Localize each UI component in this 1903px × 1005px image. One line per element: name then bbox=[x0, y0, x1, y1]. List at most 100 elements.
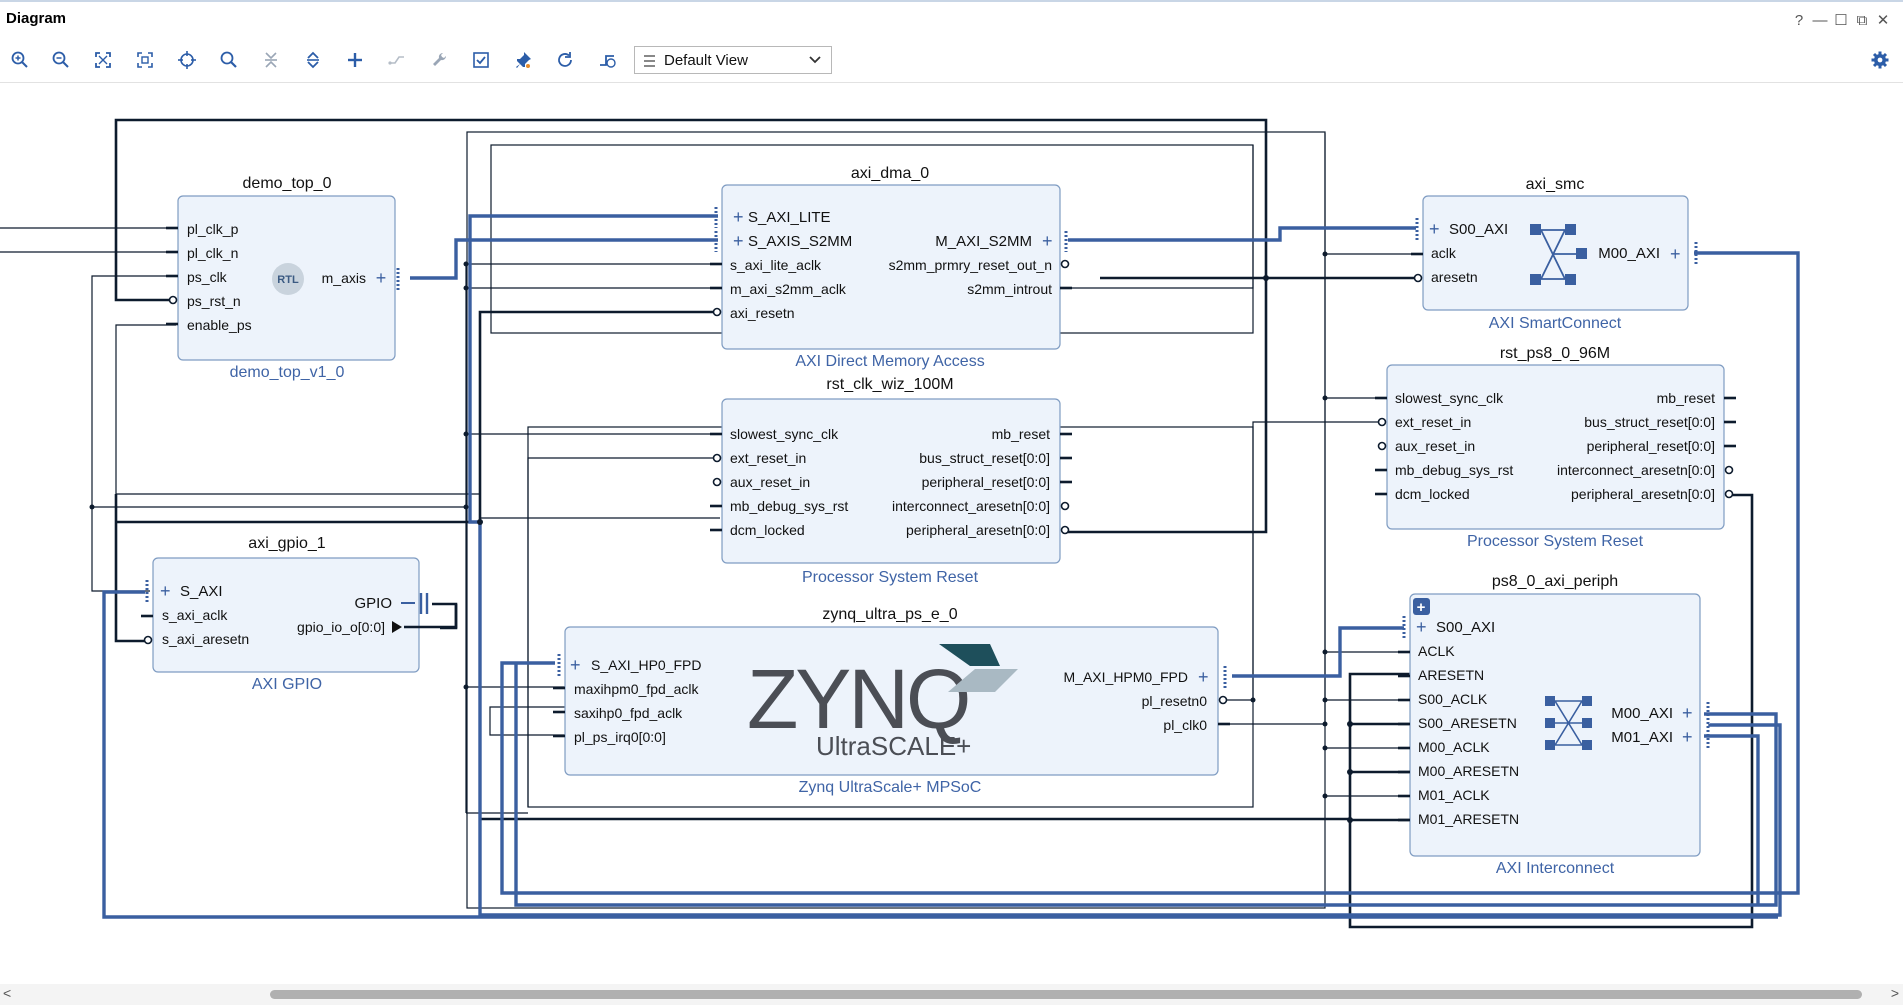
zoom-out-icon bbox=[52, 51, 69, 68]
port-m01-aresetn: M01_ARESETN bbox=[1418, 811, 1519, 827]
validate-button[interactable] bbox=[467, 46, 495, 74]
scrollbar-thumb[interactable] bbox=[270, 990, 1862, 999]
port-ext-reset-in: ext_reset_in bbox=[1395, 414, 1471, 430]
expand-icon: + bbox=[1198, 667, 1209, 687]
port-s2mm-prmry-reset-out-n: s2mm_prmry_reset_out_n bbox=[889, 257, 1052, 273]
port-interconnect-aresetn: interconnect_aresetn[0:0] bbox=[1557, 462, 1715, 478]
window-title: Diagram bbox=[6, 10, 67, 27]
port-m01-axi: M01_AXI bbox=[1611, 729, 1673, 746]
port-aclk: aclk bbox=[1431, 245, 1457, 261]
help-button[interactable]: ? bbox=[1790, 12, 1808, 30]
float-button[interactable]: ⧉ bbox=[1853, 12, 1871, 30]
port-ps-rst-n: ps_rst_n bbox=[187, 293, 241, 309]
port-pl-resetn0: pl_resetn0 bbox=[1142, 693, 1208, 709]
port-m00-aclk: M00_ACLK bbox=[1418, 739, 1490, 755]
block-demo-top[interactable]: demo_top_0 demo_top_v1_0 RTL pl_clk_p pl… bbox=[166, 175, 400, 381]
port-s-axi-lite-aclk: s_axi_lite_aclk bbox=[730, 257, 822, 273]
gear-icon bbox=[1871, 51, 1889, 69]
list-icon bbox=[644, 55, 655, 67]
expand-icon: + bbox=[733, 207, 744, 227]
port-mb-debug-sys-rst: mb_debug_sys_rst bbox=[1395, 462, 1513, 478]
search-button[interactable] bbox=[215, 46, 243, 74]
scroll-left-icon[interactable]: < bbox=[3, 985, 11, 1001]
chevron-down-icon bbox=[809, 56, 821, 64]
port-aux-reset-in: aux_reset_in bbox=[1395, 438, 1475, 454]
port-gpio-io-o: gpio_io_o[0:0] bbox=[297, 619, 385, 635]
diagram-canvas[interactable]: demo_top_0 demo_top_v1_0 RTL pl_clk_p pl… bbox=[0, 82, 1903, 987]
port-peripheral-aresetn: peripheral_aresetn[0:0] bbox=[906, 522, 1050, 538]
port-ext-reset-in: ext_reset_in bbox=[730, 450, 806, 466]
expand-all-button[interactable] bbox=[299, 46, 327, 74]
wrench-icon bbox=[433, 52, 447, 66]
plus-icon: + bbox=[1417, 599, 1426, 616]
port-bus-struct-reset: bus_struct_reset[0:0] bbox=[1584, 414, 1715, 430]
auto-route-button[interactable] bbox=[593, 46, 621, 74]
center-icon bbox=[178, 51, 196, 69]
port-axi-resetn: axi_resetn bbox=[730, 305, 795, 321]
port-m-axi-s2mm: M_AXI_S2MM bbox=[935, 233, 1032, 250]
port-saxihp0-fpd-aclk: saxihp0_fpd_aclk bbox=[574, 705, 683, 721]
minimize-button[interactable]: — bbox=[1811, 12, 1829, 30]
horizontal-scrollbar[interactable]: < > bbox=[0, 984, 1903, 1005]
customize-button[interactable] bbox=[425, 46, 453, 74]
block-axi-gpio[interactable]: axi_gpio_1 AXI GPIO S_AXI s_axi_aclk s_a… bbox=[141, 535, 458, 693]
block-instance-name: ps8_0_axi_periph bbox=[1492, 573, 1618, 590]
block-type-label: AXI SmartConnect bbox=[1489, 315, 1622, 332]
collapse-all-icon bbox=[265, 52, 277, 68]
refresh-button[interactable] bbox=[551, 46, 579, 74]
pin-button[interactable] bbox=[509, 46, 537, 74]
port-m-axi-s2mm-aclk: m_axi_s2mm_aclk bbox=[730, 281, 847, 297]
zynq-logo-subtext: UltraSCALE+ bbox=[816, 731, 971, 761]
diagram-toolbar: Default View bbox=[0, 40, 1903, 83]
add-ip-icon bbox=[348, 53, 362, 67]
expand-icon: + bbox=[733, 231, 744, 251]
close-button[interactable]: ✕ bbox=[1874, 12, 1892, 30]
block-diagram: demo_top_0 demo_top_v1_0 RTL pl_clk_p pl… bbox=[0, 118, 1800, 929]
zoom-selection-button[interactable] bbox=[131, 46, 159, 74]
add-ip-button[interactable] bbox=[341, 46, 369, 74]
port-mb-reset: mb_reset bbox=[1657, 390, 1715, 406]
refresh-icon bbox=[558, 52, 572, 67]
port-peripheral-aresetn: peripheral_aresetn[0:0] bbox=[1571, 486, 1715, 502]
zoom-out-button[interactable] bbox=[47, 46, 75, 74]
zoom-selection-icon bbox=[137, 52, 153, 68]
port-gpio: GPIO bbox=[354, 595, 392, 612]
make-connection-button[interactable] bbox=[383, 46, 411, 74]
collapse-all-button[interactable] bbox=[257, 46, 285, 74]
expand-icon: + bbox=[160, 581, 171, 601]
port-pl-clk-p: pl_clk_p bbox=[187, 221, 239, 237]
view-select[interactable]: Default View bbox=[634, 46, 832, 74]
block-axi-periph[interactable]: ps8_0_axi_periph AXI Interconnect + S00_… bbox=[1398, 573, 1710, 877]
port-pl-clk-n: pl_clk_n bbox=[187, 245, 238, 261]
rtl-label: RTL bbox=[277, 274, 299, 286]
center-button[interactable] bbox=[173, 46, 201, 74]
block-rst-clk-wiz[interactable]: rst_clk_wiz_100M Processor System Reset … bbox=[710, 376, 1072, 586]
block-instance-name: zynq_ultra_ps_e_0 bbox=[822, 606, 957, 623]
block-axi-smc[interactable]: axi_smc AXI SmartConnect S00_AXI aclk ar… bbox=[1411, 176, 1698, 332]
block-instance-name: rst_ps8_0_96M bbox=[1500, 345, 1610, 362]
validate-icon bbox=[473, 52, 489, 68]
zoom-fit-button[interactable] bbox=[89, 46, 117, 74]
port-pl-ps-irq0: pl_ps_irq0[0:0] bbox=[574, 729, 666, 745]
restore-button[interactable]: ☐ bbox=[1832, 12, 1850, 30]
port-aclk: ACLK bbox=[1418, 643, 1455, 659]
block-type-label: demo_top_v1_0 bbox=[230, 364, 345, 381]
block-instance-name: axi_gpio_1 bbox=[248, 535, 326, 552]
settings-button[interactable] bbox=[1866, 46, 1894, 74]
block-instance-name: axi_dma_0 bbox=[851, 165, 929, 182]
port-maxihpm0-fpd-aclk: maxihpm0_fpd_aclk bbox=[574, 681, 700, 697]
port-s00-axi: S00_AXI bbox=[1449, 221, 1508, 238]
port-pl-clk0: pl_clk0 bbox=[1163, 717, 1207, 733]
port-m-axis: m_axis bbox=[322, 270, 366, 286]
block-rst-ps8[interactable]: rst_ps8_0_96M Processor System Reset slo… bbox=[1375, 345, 1736, 550]
zoom-in-button[interactable] bbox=[6, 46, 34, 74]
block-type-label: AXI Direct Memory Access bbox=[795, 353, 984, 370]
block-type-label: AXI GPIO bbox=[252, 676, 322, 693]
block-instance-name: rst_clk_wiz_100M bbox=[826, 376, 953, 393]
title-bar: Diagram ? — ☐ ⧉ ✕ bbox=[0, 2, 1903, 36]
block-axi-dma[interactable]: axi_dma_0 AXI Direct Memory Access S_AXI… bbox=[710, 165, 1072, 370]
scroll-right-icon[interactable]: > bbox=[1891, 985, 1899, 1001]
block-instance-name: demo_top_0 bbox=[243, 175, 332, 192]
block-zynq-ps[interactable]: zynq_ultra_ps_e_0 Zynq UltraScale+ MPSoC… bbox=[553, 606, 1230, 796]
search-icon bbox=[220, 51, 237, 68]
